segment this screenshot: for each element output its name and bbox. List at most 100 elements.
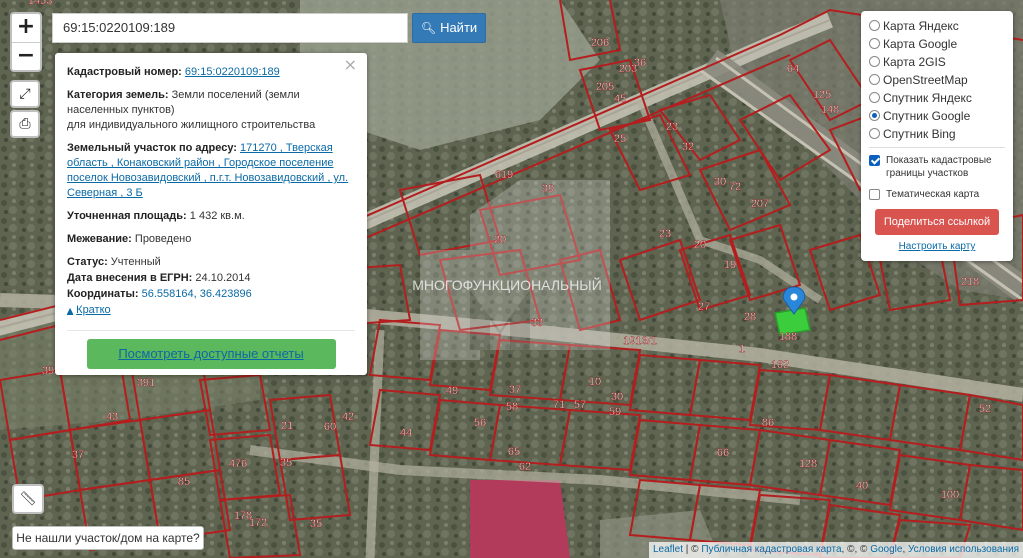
checkbox-checked[interactable] bbox=[869, 155, 880, 166]
parcel-number-label: 30 bbox=[714, 176, 726, 188]
parcel-number-label: 20 bbox=[694, 239, 706, 251]
layer-option[interactable]: Карта 2GIS bbox=[869, 53, 1005, 71]
fullscreen-button[interactable]: ⤢ bbox=[10, 80, 40, 108]
divider bbox=[67, 330, 355, 331]
radio-button[interactable] bbox=[869, 110, 880, 121]
search-icon: 🔍︎ bbox=[420, 21, 437, 35]
parcel-number-label: 35 bbox=[310, 518, 322, 530]
radio-button[interactable] bbox=[869, 74, 880, 85]
parcel-number-label: 188 bbox=[779, 331, 797, 343]
parcel-number-label: 178 bbox=[234, 510, 252, 522]
parcel-number-label: 40 bbox=[856, 480, 868, 492]
parcel-number-label: 62 bbox=[519, 461, 531, 473]
parcel-number-label: 72 bbox=[729, 181, 741, 193]
parcel-number-label: 32 bbox=[682, 141, 694, 153]
print-button[interactable]: ⎙ bbox=[10, 110, 40, 138]
status-label: Статус: bbox=[67, 256, 108, 268]
radio-button[interactable] bbox=[869, 128, 880, 139]
parcel-number-label: 207 bbox=[751, 198, 769, 210]
view-reports-button[interactable]: Посмотреть доступные отчеты bbox=[86, 339, 336, 369]
coordinates-link[interactable]: 56.558164, 36.423896 bbox=[142, 288, 252, 300]
search-button[interactable]: 🔍︎ Найти bbox=[412, 13, 486, 43]
status-row: Статус: Учтенный bbox=[67, 255, 355, 270]
parcel-number-label: 476 bbox=[229, 458, 247, 470]
not-found-button[interactable]: Не нашли участок/дом на карте? bbox=[12, 526, 204, 550]
parcel-number-label: 23 bbox=[666, 121, 678, 133]
parcel-number-label: 205 bbox=[596, 81, 614, 93]
coordinates-row: Координаты: 56.558164, 36.423896 bbox=[67, 287, 355, 302]
layer-option[interactable]: Карта Google bbox=[869, 35, 1005, 53]
land-category-label: Категория земель: bbox=[67, 89, 169, 101]
address-label: Земельный участок по адресу: bbox=[67, 142, 237, 154]
egrn-date-row: Дата внесения в ЕГРН: 24.10.2014 bbox=[67, 271, 355, 286]
terms-link[interactable]: Условия использования bbox=[908, 544, 1019, 555]
layer-option[interactable]: Спутник Bing bbox=[869, 125, 1005, 143]
show-cadastral-label: Показать кадастровые границы участков bbox=[886, 155, 992, 179]
print-icon: ⎙ bbox=[19, 116, 31, 132]
parcel-number-label: 42 bbox=[342, 411, 354, 423]
parcel-number-label: 100 bbox=[941, 489, 959, 501]
parcel-number-label: 203 bbox=[619, 63, 637, 75]
land-category-row: Категория земель: Земли поселений (земли… bbox=[67, 88, 355, 133]
parcel-info-panel: × Кадастровый номер: 69:15:0220109:189 К… bbox=[55, 53, 367, 375]
parcel-number-label: 39 bbox=[542, 183, 554, 195]
layer-list: Карта Яндекс Карта Google Карта 2GIS OpenSt… bbox=[869, 17, 1005, 143]
search-input[interactable]: 69:15:0220109:189 bbox=[52, 13, 408, 43]
map-attribution: Leaflet | © Публичная кадастровая карта,… bbox=[648, 542, 1023, 558]
parcel-number-label: 58 bbox=[506, 401, 518, 413]
collapse-link[interactable]: ▲ Кратко bbox=[67, 303, 355, 318]
thematic-map-toggle[interactable]: Тематическая карта bbox=[869, 188, 1005, 201]
parcel-number-label: 391 bbox=[137, 377, 155, 389]
expand-icon: ⤢ bbox=[19, 86, 31, 102]
parcel-number-label: 49 bbox=[446, 385, 458, 397]
show-cadastral-toggle[interactable]: Показать кадастровые границы участков bbox=[869, 154, 1005, 180]
parcel-number-label: 21 bbox=[281, 420, 293, 432]
close-icon[interactable]: × bbox=[344, 57, 357, 73]
layer-option-label: Карта Яндекс bbox=[883, 19, 959, 33]
survey-row: Межевание: Проведено bbox=[67, 232, 355, 247]
radio-button[interactable] bbox=[869, 56, 880, 67]
egrn-date-label: Дата внесения в ЕГРН: bbox=[67, 272, 193, 284]
radio-button[interactable] bbox=[869, 92, 880, 103]
checkbox-unchecked[interactable] bbox=[869, 189, 880, 200]
parcel-number-label: 1453 bbox=[28, 0, 52, 7]
cadastral-number-link[interactable]: 69:15:0220109:189 bbox=[185, 66, 280, 78]
parcel-number-label: 30 bbox=[611, 391, 623, 403]
survey-label: Межевание: bbox=[67, 233, 132, 245]
survey-value: Проведено bbox=[134, 233, 192, 245]
layer-option[interactable]: Спутник Яндекс bbox=[869, 89, 1005, 107]
parcel-number-label: 162 bbox=[771, 359, 789, 371]
parcel-number-label: 37 bbox=[72, 449, 84, 461]
parcel-number-label: 28 bbox=[744, 311, 756, 323]
parcel-number-label: 35 bbox=[280, 457, 292, 469]
parcel-number-label: 128 bbox=[799, 458, 817, 470]
layer-option[interactable]: Карта Яндекс bbox=[869, 17, 1005, 35]
parcel-number-label: 206 bbox=[591, 37, 609, 49]
parcel-number-label: 60 bbox=[324, 421, 336, 433]
layer-option[interactable]: Спутник Google bbox=[869, 107, 1005, 125]
parcel-number-label: 619 bbox=[495, 169, 513, 181]
layer-option-label: Спутник Bing bbox=[883, 127, 956, 141]
cadastral-number-label: Кадастровый номер: bbox=[67, 66, 182, 78]
leaflet-link[interactable]: Leaflet bbox=[653, 544, 683, 555]
zoom-out-button[interactable]: − bbox=[12, 42, 40, 70]
layers-panel: Карта Яндекс Карта Google Карта 2GIS OpenSt… bbox=[861, 11, 1013, 261]
parcel-number-label: 27 bbox=[698, 301, 710, 313]
configure-map-link[interactable]: Настроить карту bbox=[869, 241, 1005, 252]
measure-button[interactable]: 📏︎ bbox=[12, 484, 44, 514]
parcel-number-label: 33 bbox=[531, 317, 543, 329]
radio-button[interactable] bbox=[869, 38, 880, 49]
parcel-number-label: 1913/1 bbox=[623, 335, 657, 347]
layer-option[interactable]: OpenStreetMap bbox=[869, 71, 1005, 89]
pkk-link[interactable]: Публичная кадастровая карта bbox=[701, 544, 841, 555]
parcel-number-label: 148 bbox=[821, 104, 839, 116]
share-link-button[interactable]: Поделиться ссылкой bbox=[875, 209, 999, 235]
google-link[interactable]: Google bbox=[870, 544, 902, 555]
zoom-control: + − bbox=[10, 12, 42, 72]
area-row: Уточненная площадь: 1 432 кв.м. bbox=[67, 209, 355, 224]
radio-button[interactable] bbox=[869, 20, 880, 31]
egrn-date-value: 24.10.2014 bbox=[195, 272, 251, 284]
land-use-value: для индивидуального жилищного строительс… bbox=[67, 119, 316, 131]
parcel-number-label: 45 bbox=[614, 93, 626, 105]
zoom-in-button[interactable]: + bbox=[12, 14, 40, 42]
